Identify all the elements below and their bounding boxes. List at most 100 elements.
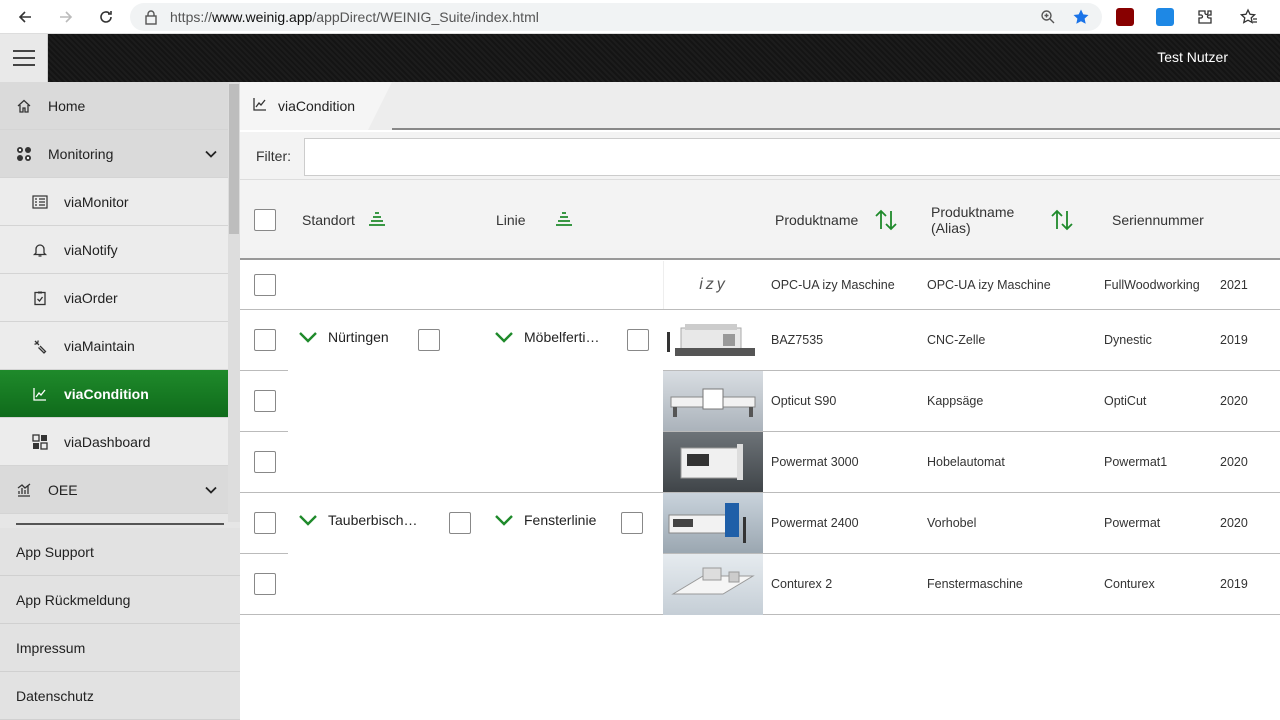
forward-button[interactable] — [46, 0, 86, 34]
browser-toolbar: https://www.weinig.app/appDirect/WEINIG_… — [0, 0, 1280, 34]
table-row[interactable]: Powermat 2400 Vorhobel Powermat 2020 — [240, 493, 1280, 554]
sidebar-item-label: Home — [48, 97, 86, 114]
sidebar-item-viadashboard[interactable]: viaDashboard — [0, 418, 228, 466]
product-thumbnail — [663, 554, 763, 615]
machine-image — [667, 324, 755, 356]
sidebar-item-viamonitor[interactable]: viaMonitor — [0, 178, 228, 226]
reload-button[interactable] — [86, 0, 126, 34]
sidebar-item-viacondition[interactable]: viaCondition — [0, 370, 228, 418]
puzzle-extensions-icon[interactable] — [1196, 8, 1214, 26]
table-row[interactable]: Conturex 2 Fenstermaschine Conturex 2019 — [240, 554, 1280, 615]
wrench-icon — [32, 338, 48, 354]
hamburger-line — [12, 64, 35, 66]
column-label: Standort — [302, 212, 355, 228]
row-checkbox[interactable] — [254, 274, 276, 296]
tab-viacondition[interactable]: viaCondition — [240, 82, 380, 130]
skype-extension-icon[interactable] — [1156, 8, 1174, 26]
year: 2020 — [1220, 394, 1248, 408]
product-alias: OPC-UA izy Maschine — [927, 278, 1051, 292]
group-icon[interactable] — [554, 212, 574, 228]
back-button[interactable] — [5, 0, 45, 34]
row-checkbox[interactable] — [254, 329, 276, 351]
sidebar-item-oee[interactable]: OEE — [0, 466, 228, 514]
product-thumbnail — [663, 432, 763, 493]
link-app-feedback[interactable]: App Rückmeldung — [0, 576, 240, 624]
product-name: BAZ7535 — [771, 333, 824, 347]
sort-icon[interactable] — [1050, 208, 1074, 232]
row-checkbox[interactable] — [254, 512, 276, 534]
sidebar-item-label: OEE — [48, 481, 78, 498]
sidebar-item-label: viaCondition — [64, 385, 149, 402]
select-all-checkbox[interactable] — [254, 180, 276, 260]
checkbox[interactable] — [254, 512, 276, 534]
column-produktname[interactable]: Produktname — [775, 180, 898, 260]
checkbox[interactable] — [254, 451, 276, 473]
checkbox[interactable] — [254, 573, 276, 595]
izy-logo: izy — [699, 276, 728, 293]
sidebar-scrollbar-thumb[interactable] — [229, 84, 239, 234]
column-produktname-alias[interactable]: Produktname (Alias) — [931, 180, 1074, 260]
sidebar-item-viaorder[interactable]: viaOrder — [0, 274, 228, 322]
product-thumbnail — [663, 310, 763, 371]
address-bar[interactable]: https://www.weinig.app/appDirect/WEINIG_… — [130, 3, 1102, 31]
sidebar-item-label: viaDashboard — [64, 433, 151, 450]
user-name[interactable]: Test Nutzer — [1157, 49, 1228, 65]
checkbox[interactable] — [254, 209, 276, 231]
sidebar-item-vianotify[interactable]: viaNotify — [0, 226, 228, 274]
tab-bar: viaCondition — [240, 82, 1280, 130]
hamburger-menu-button[interactable] — [0, 34, 48, 82]
group-icon[interactable] — [367, 212, 387, 228]
link-app-support[interactable]: App Support — [0, 528, 240, 576]
serial-number: Powermat — [1104, 516, 1161, 530]
sidebar: Home Monitoring viaMonitor viaNotify via… — [0, 82, 240, 720]
product-thumbnail: izy — [663, 261, 763, 309]
column-linie[interactable]: Linie — [496, 180, 574, 260]
sidebar-item-monitoring[interactable]: Monitoring — [0, 130, 228, 178]
sidebar-item-home[interactable]: Home — [0, 82, 228, 130]
year: 2019 — [1220, 333, 1248, 347]
machine-image — [671, 567, 755, 595]
row-checkbox[interactable] — [254, 573, 276, 595]
clipboard-icon — [32, 290, 48, 306]
table-row[interactable]: izy OPC-UA izy Maschine OPC-UA izy Masch… — [240, 261, 1280, 310]
hamburger-line — [12, 50, 35, 52]
arrow-left-icon — [18, 10, 31, 23]
sidebar-item-viamaintain[interactable]: viaMaintain — [0, 322, 228, 370]
filter-input[interactable] — [304, 138, 1280, 176]
bookmark-star-icon[interactable] — [1072, 8, 1090, 26]
zoom-icon[interactable] — [1040, 9, 1056, 25]
ublock-icon[interactable] — [1116, 8, 1134, 26]
link-imprint[interactable]: Impressum — [0, 624, 240, 672]
checkbox[interactable] — [254, 274, 276, 296]
year: 2020 — [1220, 455, 1248, 469]
column-label: Seriennummer — [1112, 212, 1204, 228]
favorites-icon[interactable] — [1240, 8, 1258, 26]
column-standort[interactable]: Standort — [302, 180, 387, 260]
serial-number: Conturex — [1104, 577, 1155, 591]
link-privacy[interactable]: Datenschutz — [0, 672, 240, 720]
column-label: Linie — [496, 212, 526, 228]
machine-image — [680, 444, 743, 480]
chart-line-icon — [32, 386, 48, 402]
row-checkbox[interactable] — [254, 451, 276, 473]
table-row[interactable]: BAZ7535 CNC-Zelle Dynestic 2019 — [240, 310, 1280, 371]
bell-icon — [32, 242, 48, 258]
table-row[interactable]: Opticut S90 Kappsäge OptiCut 2020 — [240, 371, 1280, 432]
sort-icon[interactable] — [874, 208, 898, 232]
serial-number: Powermat1 — [1104, 455, 1168, 469]
tab-label: viaCondition — [278, 98, 356, 114]
column-seriennummer[interactable]: Seriennummer — [1112, 180, 1204, 260]
arrow-right-icon — [60, 10, 73, 23]
product-thumbnail — [663, 493, 763, 554]
checkbox[interactable] — [254, 329, 276, 351]
app-header: Test Nutzer — [0, 34, 1280, 82]
table-row[interactable]: Powermat 3000 Hobelautomat Powermat1 202… — [240, 432, 1280, 493]
checkbox[interactable] — [254, 390, 276, 412]
serial-number: Dynestic — [1104, 333, 1152, 347]
year: 2020 — [1220, 516, 1248, 530]
year: 2021 — [1220, 278, 1248, 292]
list-icon — [32, 194, 48, 210]
product-alias: Vorhobel — [927, 516, 977, 530]
row-checkbox[interactable] — [254, 390, 276, 412]
machine-image — [668, 503, 746, 543]
